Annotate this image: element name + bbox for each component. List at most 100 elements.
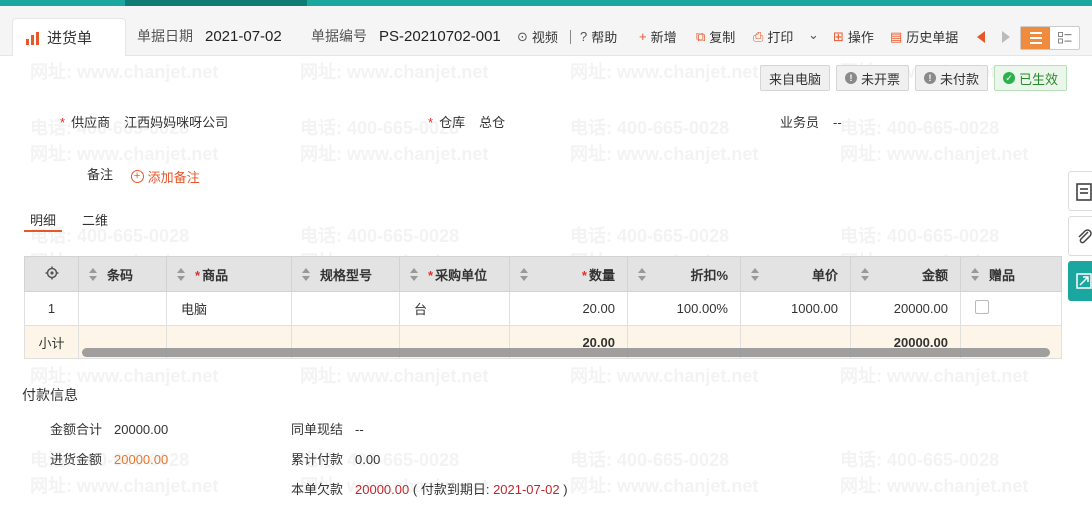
copy-button[interactable]: ⧉ 复制 bbox=[696, 27, 735, 46]
add-button[interactable]: + 新增 bbox=[639, 27, 677, 46]
sort-icon[interactable] bbox=[971, 268, 979, 282]
column-qty[interactable]: * 数量 bbox=[509, 256, 628, 292]
gift-checkbox[interactable] bbox=[975, 300, 989, 314]
expand-icon bbox=[1076, 273, 1092, 289]
purchase-amount: 进货金额 20000.00 bbox=[50, 452, 169, 467]
watermark-site: 网址: www.chanjet.net bbox=[30, 476, 219, 496]
watermark-site: 网址: www.chanjet.net bbox=[570, 62, 759, 82]
horizontal-scrollbar[interactable] bbox=[82, 348, 1050, 357]
tab-title: 进货单 bbox=[47, 30, 93, 47]
settings-column[interactable] bbox=[24, 256, 79, 292]
column-product[interactable]: * 商品 bbox=[166, 256, 292, 292]
salesman-field[interactable]: 业务员 -- bbox=[780, 112, 842, 131]
grid-header-row: 条码 * 商品 规格型号 * 采购单位 * 数量 折扣% 单价 金额 赠品 bbox=[24, 256, 1062, 292]
watermark-site: 网址: www.chanjet.net bbox=[840, 366, 1029, 386]
paid-value: 0.00 bbox=[355, 452, 381, 467]
sort-icon[interactable] bbox=[638, 268, 646, 282]
sort-icon[interactable] bbox=[302, 268, 310, 282]
plus-circle-icon: + bbox=[130, 170, 144, 183]
help-icon: ? bbox=[580, 29, 588, 44]
salesman-value[interactable]: -- bbox=[833, 115, 842, 130]
video-button[interactable]: ⊙ 视频 bbox=[517, 27, 558, 46]
side-panel-notes[interactable] bbox=[1068, 171, 1092, 211]
tab-purchase-order[interactable]: 进货单 bbox=[12, 18, 126, 56]
document-icon: ▤ bbox=[890, 28, 903, 44]
column-barcode[interactable]: 条码 bbox=[78, 256, 167, 292]
watermark-phone: 电话: 400-665-0028 bbox=[300, 226, 460, 246]
cell-gift[interactable] bbox=[960, 291, 1062, 326]
gear-icon[interactable] bbox=[45, 266, 59, 280]
sort-icon[interactable] bbox=[177, 268, 185, 282]
column-price[interactable]: 单价 bbox=[740, 256, 851, 292]
supplier-value[interactable]: 江西妈妈咪呀公司 bbox=[124, 115, 228, 130]
tab-two-dimension[interactable]: 二维 bbox=[76, 206, 114, 232]
watermark-phone: 电话: 400-665-0028 bbox=[570, 226, 730, 246]
note-field: 备注 + 添加备注 bbox=[87, 167, 200, 186]
sort-icon[interactable] bbox=[89, 268, 97, 282]
cell-qty[interactable]: 20.00 bbox=[509, 291, 628, 326]
document-number: 单据编号 PS-20210702-001 bbox=[311, 28, 501, 45]
column-discount[interactable]: 折扣% bbox=[627, 256, 741, 292]
column-amount[interactable]: 金额 bbox=[850, 256, 961, 292]
subtotal-label: 小计 bbox=[24, 325, 79, 359]
tab-detail[interactable]: 明细 bbox=[24, 206, 63, 232]
sort-icon[interactable] bbox=[410, 268, 418, 282]
watermark-site: 网址: www.chanjet.net bbox=[570, 476, 759, 496]
payment-badge: ! 未付款 bbox=[915, 65, 989, 91]
print-button[interactable]: ⎙ 打印 bbox=[753, 27, 793, 46]
invoice-badge: ! 未开票 bbox=[836, 65, 910, 91]
document-date: 单据日期 2021-07-02 bbox=[137, 28, 282, 45]
cell-discount[interactable]: 100.00% bbox=[627, 291, 741, 326]
chart-icon bbox=[26, 31, 39, 45]
cell-spec[interactable] bbox=[291, 291, 400, 326]
column-gift[interactable]: 赠品 bbox=[960, 256, 1062, 292]
sort-icon[interactable] bbox=[520, 268, 528, 282]
print-dropdown-button[interactable]: ⌄ bbox=[808, 27, 823, 43]
watermark-phone: 电话: 400-665-0028 bbox=[570, 118, 730, 138]
grid-icon: ⊞ bbox=[833, 28, 844, 44]
history-button[interactable]: ▤ 历史单据 bbox=[890, 27, 958, 46]
watermark-site: 网址: www.chanjet.net bbox=[840, 476, 1029, 496]
sort-icon[interactable] bbox=[751, 268, 759, 282]
watermark-site: 网址: www.chanjet.net bbox=[30, 62, 219, 82]
table-row[interactable]: 1 电脑 台 20.00 100.00% 1000.00 20000.00 bbox=[24, 291, 1062, 326]
printer-icon: ⎙ bbox=[753, 28, 764, 44]
supplier-field[interactable]: * 供应商 江西妈妈咪呀公司 bbox=[60, 112, 228, 131]
total-amount: 金额合计 20000.00 bbox=[50, 422, 169, 437]
warehouse-value[interactable]: 总仓 bbox=[479, 115, 505, 130]
column-unit[interactable]: * 采购单位 bbox=[399, 256, 510, 292]
operate-button[interactable]: ⊞ 操作 bbox=[833, 27, 874, 46]
watermark-phone: 电话: 400-665-0028 bbox=[570, 450, 730, 470]
source-badge: 来自电脑 bbox=[760, 65, 831, 91]
help-button[interactable]: ? 帮助 bbox=[580, 27, 617, 46]
side-panel-expand[interactable] bbox=[1068, 261, 1092, 301]
cash-settlement: 同单现结 -- bbox=[291, 422, 364, 437]
cash-value: -- bbox=[355, 422, 364, 437]
cell-price[interactable]: 1000.00 bbox=[740, 291, 851, 326]
cell-barcode[interactable] bbox=[78, 291, 167, 326]
cell-unit[interactable]: 台 bbox=[399, 291, 510, 326]
warehouse-field[interactable]: * 仓库 总仓 bbox=[428, 112, 505, 131]
add-note-button[interactable]: + 添加备注 bbox=[130, 167, 200, 186]
copy-icon: ⧉ bbox=[696, 28, 706, 44]
watermark-site: 网址: www.chanjet.net bbox=[840, 144, 1029, 164]
side-panel-attachment[interactable] bbox=[1068, 216, 1092, 256]
list-document-icon bbox=[1076, 183, 1092, 201]
check-icon: ✓ bbox=[1003, 72, 1016, 84]
items-grid: 条码 * 商品 规格型号 * 采购单位 * 数量 折扣% 单价 金额 赠品 1 电脑 … bbox=[24, 256, 1062, 359]
next-arrow-icon[interactable] bbox=[1002, 31, 1010, 43]
detail-view-icon[interactable] bbox=[1050, 27, 1079, 49]
cell-product[interactable]: 电脑 bbox=[166, 291, 292, 326]
list-view-icon[interactable] bbox=[1021, 27, 1050, 49]
payment-section-title: 付款信息 bbox=[22, 387, 78, 403]
view-toggle[interactable] bbox=[1020, 26, 1080, 50]
paperclip-icon bbox=[1078, 229, 1092, 244]
prev-arrow-icon[interactable] bbox=[977, 31, 985, 43]
column-spec[interactable]: 规格型号 bbox=[291, 256, 400, 292]
cell-amount[interactable]: 20000.00 bbox=[850, 291, 961, 326]
date-value: 2021-07-02 bbox=[205, 28, 282, 45]
row-index: 1 bbox=[24, 291, 79, 326]
sort-icon[interactable] bbox=[861, 268, 869, 282]
chevron-down-icon: ⌄ bbox=[808, 27, 819, 42]
status-badges: 来自电脑 ! 未开票 ! 未付款 ✓ 已生效 bbox=[760, 65, 1068, 91]
